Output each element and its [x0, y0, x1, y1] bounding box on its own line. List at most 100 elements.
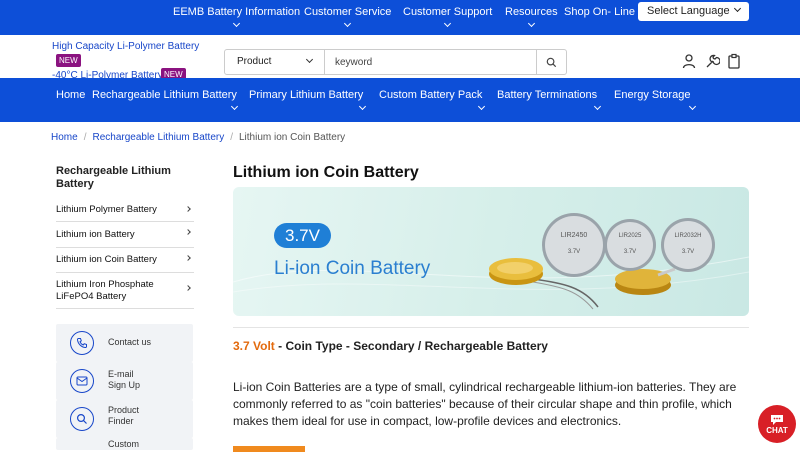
chat-label: CHAT [766, 425, 788, 435]
topbar-item-battery-info[interactable]: EEMB Battery Information [173, 6, 301, 28]
email-icon [70, 369, 94, 393]
main-nav: Home Rechargeable Lithium Battery Primar… [0, 78, 800, 122]
nav-item-rechargeable[interactable]: Rechargeable Lithium Battery [92, 89, 239, 111]
card-label: Custom [108, 439, 140, 449]
search-bar: Product [224, 49, 567, 75]
nav-item-home[interactable]: Home [56, 89, 85, 101]
sidebar-item-label: Lithium ion Coin Battery [56, 254, 157, 265]
sidebar-item-label: Lithium Polymer Battery [56, 204, 157, 215]
nav-item-label: Primary Lithium Battery [249, 89, 364, 101]
cell-lir2025: LIR2025 3.7V [604, 219, 656, 271]
topbar-item-label: Shop On- Line [564, 6, 635, 18]
page-title: Lithium ion Coin Battery [233, 164, 419, 181]
chat-button[interactable]: CHAT [758, 405, 796, 443]
sidebar-item-label: Lithium Iron Phosphate LiFePO4 Battery [56, 279, 154, 302]
clipboard-icon[interactable] [726, 53, 742, 69]
product-banner: 3.7V Li-ion Coin Battery LIR2450 3.7V LI… [233, 187, 749, 316]
chevron-down-icon [344, 19, 352, 28]
chevron-down-icon [688, 102, 697, 111]
search-button[interactable] [536, 50, 566, 74]
breadcrumb-separator: / [83, 132, 87, 143]
chevron-down-icon [358, 102, 367, 111]
nav-item-terminations[interactable]: Battery Terminations [497, 89, 602, 111]
topbar-item-resources[interactable]: Resources [505, 6, 558, 28]
topbar-item-label: Resources [505, 6, 558, 18]
svg-text:3.7V: 3.7V [568, 249, 580, 255]
subtitle-text: - Coin Type - Secondary / Rechargeable B… [274, 339, 548, 353]
subtitle-voltage: 3.7 Volt [233, 339, 275, 353]
chevron-down-icon [593, 102, 602, 111]
svg-text:3.7V: 3.7V [624, 249, 636, 255]
chevron-down-icon [444, 19, 452, 28]
nav-item-label: Battery Terminations [497, 89, 598, 101]
product-subtitle: 3.7 Volt - Coin Type - Secondary / Recha… [233, 339, 548, 353]
chevron-right-icon [185, 229, 191, 235]
search-icon [546, 57, 557, 67]
breadcrumb-current: Lithium ion Coin Battery [239, 132, 346, 143]
top-bar: EEMB Battery Information Customer Servic… [0, 0, 800, 35]
product-finder-card[interactable]: Product Finder [56, 400, 193, 438]
chat-bubble-icon [771, 414, 783, 425]
nav-item-label: Custom Battery Pack [379, 89, 483, 101]
banner-headline: Li-ion Coin Battery [274, 258, 431, 279]
custom-card[interactable]: Custom [56, 438, 193, 450]
card-label: E-mail [108, 369, 134, 379]
card-label: Finder [108, 416, 134, 426]
banner-artwork: 3.7V Li-ion Coin Battery LIR2450 3.7V LI… [233, 213, 749, 310]
breadcrumb-separator: / [230, 132, 233, 143]
topbar-item-shop-online[interactable]: Shop On- Line [564, 6, 635, 18]
breadcrumb-home[interactable]: Home [51, 132, 78, 143]
user-icon[interactable] [681, 53, 697, 69]
wrench-icon[interactable] [704, 53, 720, 69]
svg-text:LIR2450: LIR2450 [561, 232, 588, 239]
nav-item-label: Rechargeable Lithium Battery [92, 89, 237, 101]
chevron-right-icon [185, 255, 191, 261]
nav-item-energy-storage[interactable]: Energy Storage [614, 89, 697, 111]
nav-item-custom-pack[interactable]: Custom Battery Pack [379, 89, 486, 111]
cell-lir2450: LIR2450 3.7V [542, 213, 606, 277]
chevron-down-icon [477, 102, 486, 111]
chevron-right-icon [185, 285, 191, 291]
banner-voltage: 3.7V [285, 226, 321, 245]
nav-item-label: Home [56, 89, 86, 101]
search-input[interactable] [326, 50, 538, 74]
sidebar-item-lithium-ion-coin[interactable]: Lithium ion Coin Battery [56, 248, 194, 273]
chevron-down-icon [305, 55, 314, 64]
card-label: Contact us [108, 337, 152, 347]
search-icon [70, 407, 94, 431]
header: High Capacity Li-Polymer Battery NEW -40… [0, 35, 800, 81]
chevron-down-icon [230, 102, 239, 111]
topbar-item-label: EEMB Battery Information [173, 6, 301, 18]
sidebar-item-label: Lithium ion Battery [56, 229, 135, 240]
topbar-item-customer-support[interactable]: Customer Support [403, 6, 492, 28]
new-badge: NEW [56, 54, 81, 67]
breadcrumb: Home / Rechargeable Lithium Battery / Li… [51, 132, 345, 143]
sidebar-item-lifepo4[interactable]: Lithium Iron Phosphate LiFePO4 Battery [56, 273, 194, 309]
contact-us-card[interactable]: Contact us [56, 324, 193, 362]
svg-text:LIR2032H: LIR2032H [674, 233, 701, 239]
email-signup-card[interactable]: E-mail Sign Up [56, 362, 193, 400]
cell-lir2032h: LIR2032H 3.7V [661, 218, 715, 272]
nav-item-label: Energy Storage [614, 89, 691, 101]
sidebar-list: Lithium Polymer Battery Lithium ion Batt… [56, 199, 194, 309]
sidebar-item-lithium-ion[interactable]: Lithium ion Battery [56, 222, 194, 248]
sidebar-item-lithium-polymer[interactable]: Lithium Polymer Battery [56, 199, 194, 222]
nav-item-primary[interactable]: Primary Lithium Battery [249, 89, 367, 111]
breadcrumb-parent[interactable]: Rechargeable Lithium Battery [92, 132, 224, 143]
language-select-label: Select Language [647, 5, 730, 17]
chevron-right-icon [185, 206, 191, 212]
topbar-item-label: Customer Service [304, 6, 392, 18]
promo-link-high-capacity[interactable]: High Capacity Li-Polymer Battery [52, 41, 199, 52]
language-select[interactable]: Select Language [638, 2, 749, 21]
svg-text:3.7V: 3.7V [682, 249, 694, 255]
topbar-item-customer-service[interactable]: Customer Service [304, 6, 392, 28]
card-label: Product [108, 405, 140, 415]
sidebar-title: Rechargeable Lithium Battery [56, 165, 171, 190]
svg-text:LIR2025: LIR2025 [619, 233, 642, 239]
chevron-down-icon [527, 19, 535, 28]
search-category-select[interactable]: Product [225, 50, 325, 74]
phone-icon [70, 331, 94, 355]
card-label: Sign Up [108, 380, 141, 390]
chevron-down-icon [733, 4, 742, 13]
features-tab[interactable] [233, 446, 305, 452]
